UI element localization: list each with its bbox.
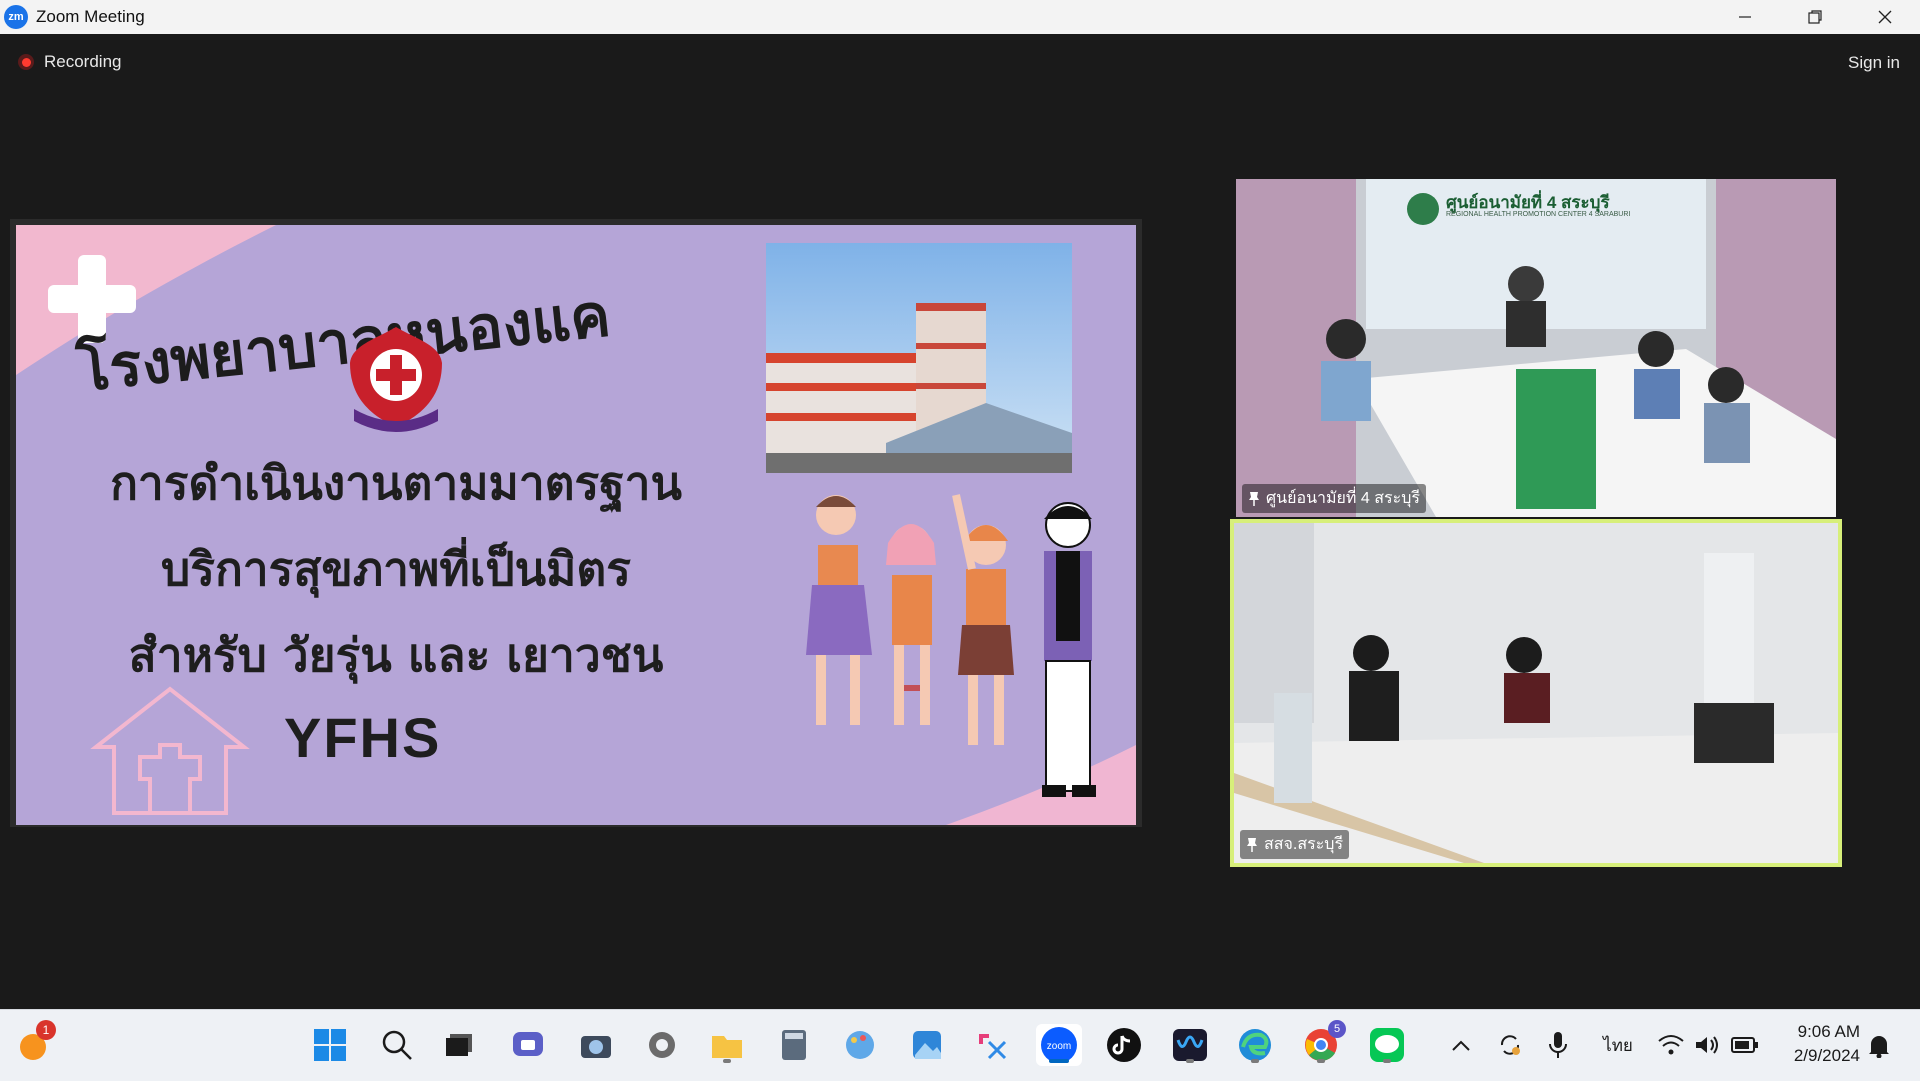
participant-video-tile[interactable]: ศูนย์อนามัยที่ 4 สระบุรี REGIONAL HEALTH… (1236, 179, 1836, 517)
pin-icon (1249, 491, 1259, 506)
close-button[interactable] (1850, 0, 1920, 34)
folder-icon (712, 1036, 742, 1058)
notifications-button[interactable] (1858, 1024, 1900, 1066)
gear-icon (649, 1032, 675, 1058)
house-outline-icon (90, 686, 250, 815)
input-language-indicator[interactable]: ไทย (1595, 1024, 1641, 1066)
pin-icon (1247, 837, 1257, 852)
wifi-icon (1658, 1035, 1684, 1055)
participant-name: สสจ.สระบุรี (1264, 836, 1344, 853)
clock-date: 2/9/2024 (1793, 1046, 1860, 1065)
meeting-area: Recording Sign in โรงพยาบาลหนองแค การดำเ… (0, 34, 1920, 1009)
microphone-button[interactable] (1537, 1024, 1579, 1066)
slide-line-3: สำหรับ วัยรุ่น และ เยาวชน (128, 628, 664, 682)
recording-dot-icon (18, 54, 34, 70)
microphone-icon (1549, 1032, 1567, 1058)
system-clock[interactable]: 9:06 AM 2/9/2024 (1794, 1020, 1860, 1068)
close-icon (1878, 10, 1892, 24)
show-hidden-icons-button[interactable] (1440, 1024, 1482, 1066)
sign-in-link[interactable]: Sign in (1848, 53, 1900, 73)
presentation-slide: โรงพยาบาลหนองแค การดำเนินงานตามมาตรฐาน บ… (16, 225, 1136, 825)
slide-line-2: บริการสุขภาพที่เป็นมิตร (161, 542, 631, 596)
calculator-button[interactable] (773, 1024, 815, 1066)
camera-icon (581, 1036, 611, 1058)
notification-badge: 1 (36, 1020, 56, 1040)
participant-name-label: ศูนย์อนามัยที่ 4 สระบุรี (1242, 484, 1426, 513)
search-icon (382, 1030, 412, 1060)
restore-button[interactable] (1780, 0, 1850, 34)
battery-button[interactable] (1724, 1024, 1766, 1066)
minimize-icon (1739, 16, 1751, 18)
minimize-button[interactable] (1710, 0, 1780, 34)
chrome-button[interactable]: 5 (1300, 1020, 1346, 1066)
teams-chat-icon (513, 1032, 543, 1056)
center-banner-en: REGIONAL HEALTH PROMOTION CENTER 4 SARAB… (1446, 211, 1631, 218)
hospital-building-photo (766, 243, 1072, 473)
sync-icon (1500, 1035, 1520, 1055)
participant-name-label: สสจ.สระบุรี (1240, 830, 1350, 859)
line-app-button[interactable] (1366, 1024, 1408, 1066)
participant-video-frame (1234, 523, 1838, 863)
slide-acronym: YFHS (284, 706, 442, 769)
shared-screen: โรงพยาบาลหนองแค การดำเนินงานตามมาตรฐาน บ… (10, 219, 1142, 827)
webex-icon (1173, 1029, 1207, 1061)
edge-button[interactable] (1234, 1024, 1276, 1066)
participant-video-tile-active[interactable]: สสจ.สระบุรี (1230, 519, 1842, 867)
recording-label: Recording (44, 52, 122, 71)
chevron-up-icon (1452, 1040, 1470, 1051)
chrome-badge: 5 (1328, 1020, 1346, 1038)
search-button[interactable] (376, 1024, 418, 1066)
snipping-tool-icon (979, 1034, 1007, 1060)
participant-name: ศูนย์อนามัยที่ 4 สระบุรี (1266, 490, 1420, 507)
bell-icon (1869, 1036, 1889, 1058)
volume-button[interactable] (1687, 1024, 1729, 1066)
paint-button[interactable] (839, 1024, 881, 1066)
task-view-button[interactable] (438, 1024, 480, 1066)
clock-time: 9:06 AM (1797, 1022, 1860, 1041)
edge-browser-icon (1239, 1029, 1271, 1061)
settings-button[interactable] (641, 1024, 683, 1066)
recording-indicator[interactable]: Recording (18, 52, 122, 72)
restore-icon (1808, 10, 1822, 24)
zoom-logo-icon: zm (4, 5, 28, 29)
line-app-icon (1370, 1028, 1404, 1062)
file-explorer-button[interactable] (706, 1024, 748, 1066)
snipping-tool-button[interactable] (971, 1024, 1013, 1066)
speaker-volume-icon (1696, 1036, 1718, 1054)
start-button[interactable] (309, 1024, 351, 1066)
paint-palette-icon (846, 1031, 874, 1059)
slide-line-1: การดำเนินงานตามมาตรฐาน (110, 456, 682, 510)
photos-icon (913, 1031, 941, 1059)
camera-app-button[interactable] (575, 1024, 617, 1066)
tiktok-icon (1107, 1028, 1141, 1062)
taskbar: 1 zoom 5 ไทย 9:06 AM 2/9/2024 (0, 1009, 1920, 1081)
title-bar: zm Zoom Meeting (0, 0, 1920, 34)
windows-start-icon (314, 1029, 346, 1061)
calculator-icon (782, 1030, 806, 1060)
window-title: Zoom Meeting (36, 7, 145, 26)
sync-button[interactable] (1489, 1024, 1531, 1066)
participant-video-frame (1236, 179, 1836, 517)
webex-button[interactable] (1169, 1024, 1211, 1066)
teams-chat-button[interactable] (507, 1024, 549, 1066)
wifi-button[interactable] (1650, 1024, 1692, 1066)
chat-bubble-button[interactable]: 1 (12, 1020, 56, 1066)
tiktok-button[interactable] (1103, 1024, 1145, 1066)
photos-button[interactable] (906, 1024, 948, 1066)
task-view-icon (446, 1034, 472, 1056)
battery-icon (1731, 1037, 1758, 1053)
teens-illustration (806, 494, 1096, 797)
hospital-emblem-icon (350, 327, 442, 432)
zoom-app-button[interactable]: zoom (1036, 1024, 1082, 1066)
zoom-icon-label: zoom (1047, 1041, 1071, 1052)
